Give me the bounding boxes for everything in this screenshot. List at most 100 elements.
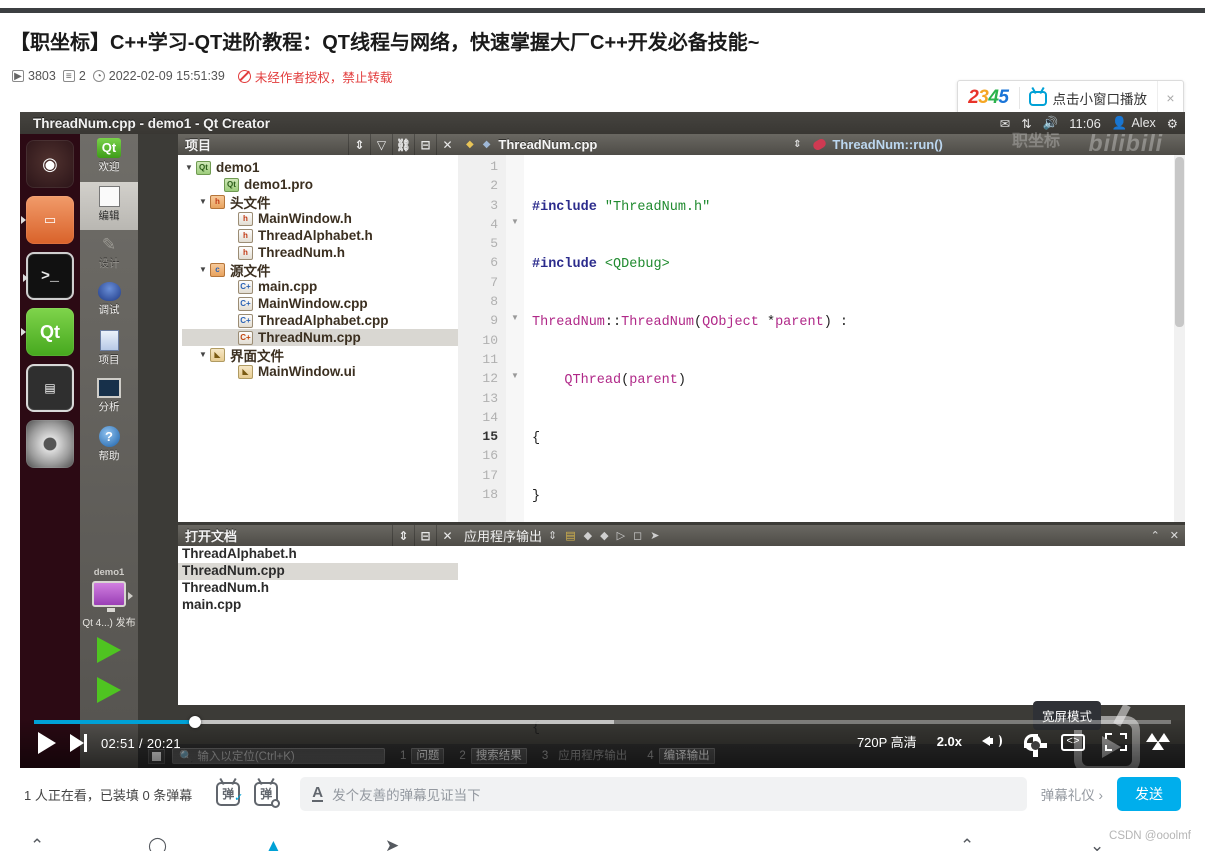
mode-edit[interactable]: 编辑 — [80, 182, 138, 230]
next-item-icon[interactable]: ◆ — [600, 529, 608, 542]
file-dropdown-icon[interactable]: ⇕ — [787, 139, 807, 150]
run-green-arrow-icon[interactable] — [97, 637, 121, 663]
tree-node[interactable]: h ThreadAlphabet.h — [182, 227, 458, 244]
list-item[interactable]: ThreadAlphabet.h — [178, 546, 458, 563]
mode-design[interactable]: ✎ 设计 — [80, 230, 138, 278]
mode-welcome[interactable]: Qt 欢迎 — [80, 134, 138, 182]
fold-marker[interactable] — [506, 275, 524, 294]
close-icon[interactable]: ✕ — [436, 525, 458, 546]
disclosure-arrow-icon[interactable]: ▼ — [196, 197, 210, 206]
fullscreen-icon[interactable] — [1105, 733, 1127, 751]
fold-marker[interactable] — [506, 178, 524, 197]
editor-scrollbar[interactable] — [1174, 155, 1185, 522]
code-editor[interactable]: ◆ ◆ ThreadNum.cpp ⇕ ThreadNum::run() 1 2… — [458, 134, 1185, 736]
split-icon[interactable]: ⊟ — [414, 525, 436, 546]
volume-icon[interactable] — [982, 730, 1004, 752]
tree-node[interactable]: C+ ThreadAlphabet.cpp — [182, 312, 458, 329]
danmaku-input[interactable]: A 发个友善的弹幕见证当下 — [300, 777, 1027, 811]
clear-output-icon[interactable]: ▤ — [565, 529, 575, 542]
video-player[interactable]: ThreadNum.cpp - demo1 - Qt Creator ✉ ⇅ 🔊… — [20, 112, 1185, 768]
fold-marker[interactable] — [506, 410, 524, 429]
disclosure-arrow-icon[interactable]: ▼ — [196, 265, 210, 274]
output-dropdown-icon[interactable]: ⇕ — [548, 529, 557, 542]
fold-marker[interactable] — [506, 448, 524, 467]
list-item-selected[interactable]: ThreadNum.cpp — [178, 563, 458, 580]
fold-marker[interactable] — [506, 294, 524, 313]
launcher-item-terminal[interactable]: >_ — [23, 252, 74, 300]
mode-help[interactable]: ? 帮助 — [80, 422, 138, 470]
tree-node[interactable]: ▼ ◣ 界面文件 — [182, 346, 458, 364]
editor-symbol-selector[interactable]: ThreadNum::run() — [807, 137, 943, 152]
scrollbar-thumb[interactable] — [1175, 157, 1184, 327]
attach-icon[interactable]: ➤ — [650, 529, 659, 542]
gear-icon[interactable]: ⚙ — [1167, 116, 1178, 131]
mode-projects[interactable]: 项目 — [80, 326, 138, 374]
editor-nav-buttons[interactable]: ◆ ◆ — [458, 139, 498, 150]
list-item[interactable]: main.cpp — [178, 597, 458, 614]
settings-gear-icon[interactable] — [1024, 733, 1047, 757]
report-icon[interactable]: ⌄ — [1090, 836, 1104, 851]
send-button[interactable]: 发送 — [1117, 777, 1181, 811]
close-icon[interactable]: ✕ — [1170, 529, 1179, 542]
fold-marker[interactable] — [506, 352, 524, 371]
sort-toggle-icon[interactable]: ⇕ — [348, 134, 370, 155]
user-menu[interactable]: 👤 Alex — [1112, 116, 1156, 131]
mini-player-popup[interactable]: 2345 点击小窗口播放 × — [957, 80, 1184, 116]
tree-node[interactable]: ◣ MainWindow.ui — [182, 363, 458, 380]
list-item[interactable]: ThreadNum.h — [178, 580, 458, 597]
editor-filename[interactable]: ThreadNum.cpp — [498, 137, 597, 152]
disclosure-arrow-icon[interactable]: ▼ — [196, 350, 210, 359]
prev-item-icon[interactable]: ◆ — [584, 529, 592, 542]
tree-node-selected[interactable]: C+ ThreadNum.cpp — [182, 329, 458, 346]
tree-node[interactable]: ▼ c 源文件 — [182, 261, 458, 279]
fold-marker[interactable] — [506, 468, 524, 487]
thumbs-up-icon[interactable]: ⌃ — [30, 836, 44, 851]
progress-knob[interactable] — [189, 716, 202, 728]
mode-analyze[interactable]: 分析 — [80, 374, 138, 422]
danmaku-toggle-group[interactable]: 弹 ✓ 弹 — [216, 782, 281, 808]
open-documents-list[interactable]: ThreadAlphabet.h ThreadNum.cpp ThreadNum… — [178, 546, 458, 614]
more-icon[interactable]: ⌃ — [960, 836, 974, 851]
launcher-item-files[interactable]: ▭ — [21, 196, 74, 244]
close-icon[interactable]: × — [1157, 81, 1183, 115]
web-fullscreen-icon[interactable]: <> — [1061, 734, 1085, 751]
speed-selector[interactable]: 2.0x — [937, 734, 962, 749]
launcher-item-ubuntu-dash[interactable]: ◉ — [26, 140, 74, 188]
editor-body[interactable]: 1 2 3 4 5 6 7 8 9 10 11 12 13 14 15 16 1… — [458, 155, 1185, 736]
popup-text[interactable]: 点击小窗口播放 — [1053, 88, 1158, 108]
editor-code-area[interactable]: #include "ThreadNum.h" #include <QDebug>… — [524, 155, 1185, 736]
fold-marker[interactable]: ▼ — [506, 217, 524, 236]
editor-fold-column[interactable]: ▼ ▼ ▼ — [506, 155, 524, 522]
stop-icon[interactable]: ◻ — [633, 529, 642, 542]
fold-marker[interactable] — [506, 429, 524, 448]
player-left-controls[interactable]: 02:51 / 20:21 — [38, 732, 181, 754]
quality-selector[interactable]: 720P 高清 — [857, 732, 917, 751]
debug-green-arrow-icon[interactable] — [97, 677, 121, 703]
share-icon[interactable]: ➤ — [385, 836, 399, 851]
mail-icon[interactable]: ✉ — [1000, 116, 1010, 131]
player-right-controls[interactable]: 720P 高清 2.0x <> — [857, 730, 1170, 757]
danmaku-toggle-icon[interactable]: 弹 ✓ — [216, 782, 243, 806]
output-pane-toolbar[interactable]: ⇕ ▤ ◆ ◆ ▷ ◻ ➤ — [548, 529, 659, 542]
widescreen-toggle-icon[interactable] — [1146, 733, 1170, 751]
tree-node[interactable]: Qt demo1.pro — [182, 176, 458, 193]
danmaku-etiquette-link[interactable]: 弹幕礼仪 › — [1041, 784, 1103, 804]
fold-marker[interactable] — [506, 159, 524, 178]
maximize-icon[interactable]: ⌃ — [1151, 529, 1160, 542]
launcher-item-window-switcher[interactable]: ▤ — [26, 364, 74, 412]
link-icon[interactable]: ⛓ — [392, 134, 414, 155]
favorite-icon[interactable]: ▲ — [265, 836, 282, 851]
fold-marker[interactable] — [506, 236, 524, 255]
play-button[interactable] — [38, 732, 56, 754]
filter-icon[interactable]: ▽ — [370, 134, 392, 155]
close-icon[interactable]: ✕ — [436, 134, 458, 155]
tree-node[interactable]: C+ MainWindow.cpp — [182, 295, 458, 312]
fold-marker[interactable]: ▼ — [506, 313, 524, 332]
fold-marker[interactable] — [506, 333, 524, 352]
output-pane-window-buttons[interactable]: ⌃ ✕ — [1151, 525, 1179, 546]
tree-node[interactable]: h ThreadNum.h — [182, 244, 458, 261]
next-episode-button[interactable] — [70, 734, 87, 752]
coin-icon[interactable]: ◯ — [148, 836, 167, 851]
player-control-bar[interactable]: 02:51 / 20:21 720P 高清 2.0x <> — [20, 716, 1185, 768]
tree-node[interactable]: ▼ Qt demo1 — [182, 159, 458, 176]
